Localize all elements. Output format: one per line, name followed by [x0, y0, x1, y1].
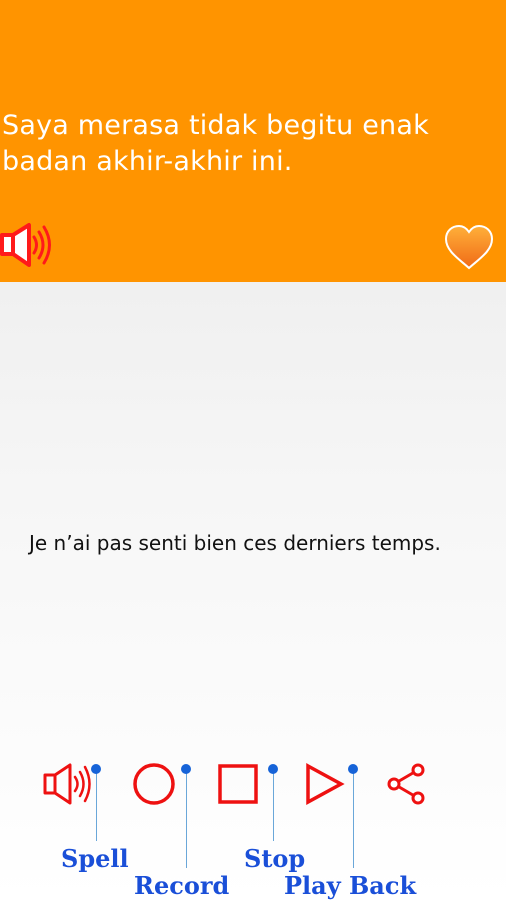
- stop-callout-line: [272, 771, 274, 841]
- play-back-callout-line: [352, 771, 354, 868]
- play-back-callout-dot: [348, 764, 358, 774]
- stop-label: Stop: [244, 844, 306, 873]
- square-stop-icon: [215, 761, 261, 807]
- speaker-icon[interactable]: [0, 222, 54, 268]
- share-button[interactable]: [376, 755, 436, 813]
- triangle-play-icon: [300, 761, 346, 807]
- spell-callout-line: [95, 771, 97, 841]
- share-icon: [383, 761, 429, 807]
- spell-button[interactable]: [38, 755, 98, 813]
- translation-text: Je n’ai pas senti bien ces derniers temp…: [29, 531, 441, 555]
- spell-callout-dot: [91, 764, 101, 774]
- record-callout-line: [185, 771, 187, 868]
- phrase-text: Saya merasa tidak begitu enak badan akhi…: [2, 110, 429, 177]
- circle-record-icon: [131, 761, 177, 807]
- heart-icon[interactable]: [443, 224, 495, 270]
- phrase-panel: Saya merasa tidak begitu enak badan akhi…: [0, 0, 506, 282]
- play-back-label: Play Back: [284, 871, 417, 900]
- play-back-button[interactable]: [293, 755, 353, 813]
- stop-button[interactable]: [208, 755, 268, 813]
- stop-callout-dot: [268, 764, 278, 774]
- spell-label: Spell: [61, 844, 129, 873]
- speaker-icon: [41, 761, 95, 807]
- record-label: Record: [134, 871, 230, 900]
- record-button[interactable]: [124, 755, 184, 813]
- record-callout-dot: [181, 764, 191, 774]
